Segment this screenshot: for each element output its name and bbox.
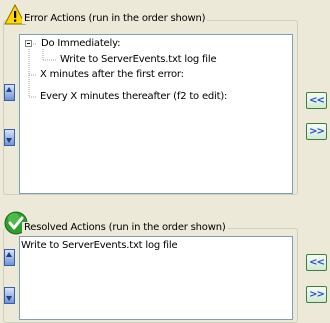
resolved-move-right-button[interactable]: >>: [306, 286, 327, 303]
tree-item-x-minutes-after[interactable]: X minutes after the first error:: [40, 68, 184, 82]
down-arrow-icon: [6, 296, 12, 301]
up-arrow-icon: [6, 252, 12, 257]
move-right-button[interactable]: >>: [306, 123, 327, 140]
collapse-toggle-icon[interactable]: [25, 40, 32, 47]
move-up-button[interactable]: [4, 84, 15, 101]
error-actions-tree[interactable]: Do Immediately: Write to ServerEvents.tx…: [19, 34, 293, 194]
error-actions-title: Error Actions (run in the order shown): [22, 13, 208, 24]
resolved-actions-title: Resolved Actions (run in the order shown…: [22, 222, 228, 233]
resolved-move-up-button[interactable]: [4, 249, 15, 266]
move-left-button[interactable]: <<: [306, 92, 327, 109]
tree-item-write-log[interactable]: Write to ServerEvents.txt log file: [60, 53, 217, 67]
list-item[interactable]: Write to ServerEvents.txt log file: [21, 239, 178, 253]
resolved-actions-list[interactable]: Write to ServerEvents.txt log file: [19, 236, 293, 320]
move-down-button[interactable]: [4, 129, 15, 146]
up-arrow-icon: [6, 87, 12, 92]
down-arrow-icon: [6, 138, 12, 143]
tree-item-do-immediately[interactable]: Do Immediately:: [41, 37, 120, 51]
resolved-move-left-button[interactable]: <<: [306, 254, 327, 271]
resolved-move-down-button[interactable]: [4, 287, 15, 304]
tree-item-every-x-minutes[interactable]: Every X minutes thereafter (f2 to edit):: [40, 90, 227, 104]
